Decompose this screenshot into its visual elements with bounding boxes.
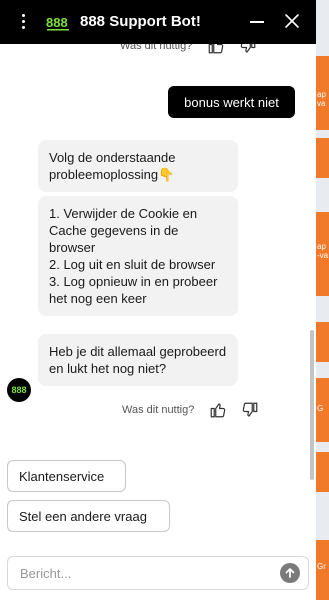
quick-reply-klantenservice[interactable]: Klantenservice xyxy=(7,460,126,492)
thumbs-down-icon xyxy=(243,402,258,417)
background-banner: Gr xyxy=(316,540,329,600)
strip-text: Gr xyxy=(317,562,326,571)
thumbs-up-icon xyxy=(211,403,226,418)
background-banner: ap -va xyxy=(316,212,329,296)
bot-message: Volg de onderstaande probleemoplossing👇 xyxy=(38,140,238,192)
background-banner: ap va xyxy=(316,56,329,130)
strip-text: va xyxy=(317,99,326,108)
step-line: 3. Log opnieuw in en probeer het nog een… xyxy=(49,274,218,306)
send-button[interactable] xyxy=(280,563,300,583)
scrollbar[interactable] xyxy=(310,330,314,480)
thumbs-up-button[interactable] xyxy=(202,398,234,422)
minimize-icon[interactable] xyxy=(250,21,264,23)
bot-message: Heb je dit allemaal geprobeerd en lukt h… xyxy=(38,334,238,386)
feedback-row: Was dit nuttig? xyxy=(122,398,266,422)
quick-reply-andere-vraag[interactable]: Stel een andere vraag xyxy=(7,500,170,532)
strip-text: ap xyxy=(317,242,326,251)
strip-text: ap xyxy=(317,90,326,99)
bot-avatar: 888 xyxy=(7,378,31,402)
arrow-up-icon xyxy=(285,568,295,578)
more-options-icon[interactable] xyxy=(18,12,28,32)
chat-widget: Was dit nuttig? 888 888 Support Bot! bon… xyxy=(0,0,316,600)
bot-message-steps: 1. Verwijder de Cookie en Cache gegevens… xyxy=(38,196,238,316)
thumbs-down-button[interactable] xyxy=(234,398,266,422)
strip-text: -va xyxy=(317,251,329,260)
background-banner xyxy=(316,138,329,178)
strip-text: G xyxy=(317,404,324,413)
background-banner xyxy=(316,322,329,362)
svg-text:888: 888 xyxy=(46,15,68,30)
background-banner xyxy=(316,452,329,492)
background-page-strip: ap va ap -va G Gr xyxy=(316,0,329,600)
step-line: 1. Verwijder de Cookie en Cache gegevens… xyxy=(49,206,198,255)
feedback-label: Was dit nuttig? xyxy=(122,404,195,416)
message-input-bar: Bericht... xyxy=(7,556,309,590)
chat-title: 888 Support Bot! xyxy=(80,13,201,30)
background-banner: G xyxy=(316,378,329,442)
message-input[interactable]: Bericht... xyxy=(20,566,71,581)
chat-header: 888 888 Support Bot! xyxy=(0,0,316,44)
step-line: 2. Log uit en sluit de browser xyxy=(49,257,216,272)
user-message: bonus werkt niet xyxy=(168,86,295,118)
close-icon[interactable] xyxy=(284,13,300,29)
888-logo: 888 xyxy=(46,15,69,31)
